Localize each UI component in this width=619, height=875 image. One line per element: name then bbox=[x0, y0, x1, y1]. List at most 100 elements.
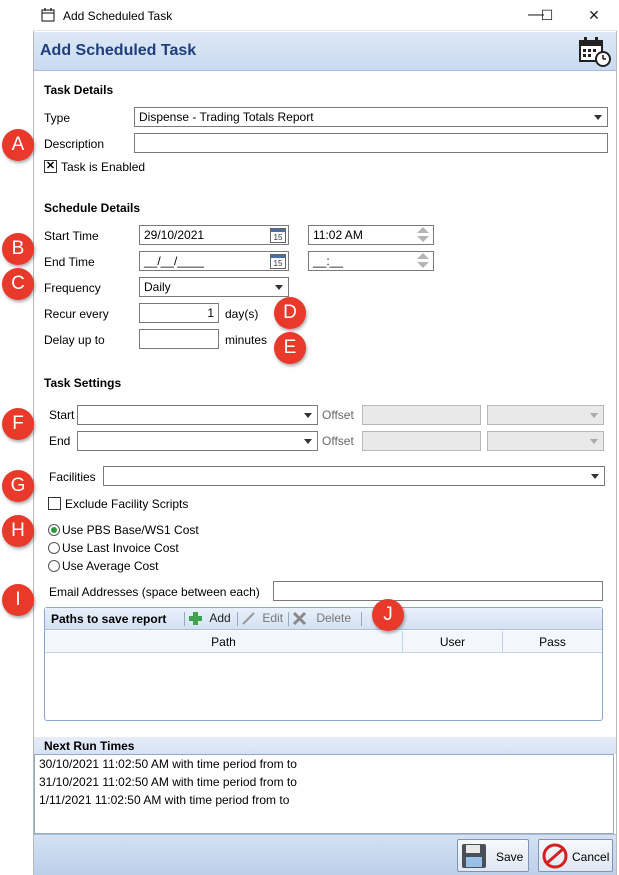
delay-input[interactable] bbox=[139, 329, 219, 349]
paths-title: Paths to save report bbox=[51, 612, 167, 626]
end-select[interactable] bbox=[77, 431, 318, 451]
paths-toolbar: Paths to save report Add Edit Delete bbox=[45, 608, 602, 630]
annotation-marker: B bbox=[2, 233, 34, 265]
end-label: End bbox=[49, 434, 71, 448]
spin-icon[interactable] bbox=[415, 253, 431, 269]
chevron-down-icon bbox=[591, 474, 599, 479]
add-path-label: Add bbox=[209, 611, 231, 625]
cost-radio-average[interactable] bbox=[48, 560, 60, 572]
recur-every-input[interactable]: 1 bbox=[139, 303, 219, 323]
end-offset-input[interactable] bbox=[362, 431, 481, 451]
title-bar: Add Scheduled Task — ☐ ✕ bbox=[33, 0, 617, 31]
close-button[interactable]: ✕ bbox=[579, 4, 609, 26]
type-select[interactable]: Dispense - Trading Totals Report bbox=[134, 107, 608, 127]
cost-option-label: Use PBS Base/WS1 Cost bbox=[62, 523, 199, 537]
end-date-value: __/__/____ bbox=[144, 254, 205, 268]
email-label: Email Addresses (space between each) bbox=[49, 585, 260, 599]
start-offset-unit-select[interactable] bbox=[487, 405, 604, 425]
add-path-button[interactable]: Add bbox=[188, 611, 231, 626]
start-date-value: 29/10/2021 bbox=[144, 228, 205, 242]
start-time-input[interactable]: 11:02 AM bbox=[308, 225, 434, 245]
annotation-marker: C bbox=[2, 268, 34, 300]
end-offset-label: Offset bbox=[322, 434, 354, 448]
cost-radio-last-invoice[interactable] bbox=[48, 542, 60, 554]
start-offset-input[interactable] bbox=[362, 405, 481, 425]
task-enabled-label: Task is Enabled bbox=[61, 160, 146, 174]
dialog-footer: Save Cancel bbox=[34, 834, 616, 875]
annotation-marker: F bbox=[2, 408, 34, 440]
next-run-line: 1/11/2021 11:02:50 AM with time period f… bbox=[39, 793, 290, 807]
save-button[interactable]: Save bbox=[457, 839, 529, 872]
chevron-down-icon bbox=[590, 439, 598, 444]
pass-column-header[interactable]: Pass bbox=[503, 631, 602, 653]
chevron-down-icon bbox=[304, 439, 312, 444]
task-settings-heading: Task Settings bbox=[44, 376, 122, 390]
maximize-button[interactable]: ☐ bbox=[532, 4, 562, 26]
page-title: Add Scheduled Task bbox=[40, 42, 197, 59]
path-column-header[interactable]: Path bbox=[45, 631, 403, 653]
exclude-facility-label: Exclude Facility Scripts bbox=[65, 497, 189, 511]
exclude-facility-checkbox[interactable] bbox=[48, 497, 61, 510]
chevron-down-icon bbox=[594, 115, 602, 120]
schedule-details-heading: Schedule Details bbox=[44, 201, 141, 215]
save-icon bbox=[462, 844, 486, 868]
cost-option-label: Use Average Cost bbox=[62, 559, 159, 573]
end-time-label: End Time bbox=[44, 255, 95, 269]
chevron-down-icon bbox=[590, 413, 598, 418]
start-offset-label: Offset bbox=[322, 408, 354, 422]
task-details-heading: Task Details bbox=[44, 83, 114, 97]
description-input[interactable] bbox=[134, 133, 608, 153]
end-time-input[interactable]: __:__ bbox=[308, 251, 434, 271]
type-label: Type bbox=[44, 111, 71, 125]
recur-every-label: Recur every bbox=[44, 307, 109, 321]
user-column-header[interactable]: User bbox=[403, 631, 503, 653]
toolbar-divider bbox=[237, 612, 238, 626]
annotation-marker: A bbox=[2, 129, 34, 161]
toolbar-divider bbox=[288, 612, 289, 626]
delay-label: Delay up to bbox=[44, 333, 105, 347]
start-select[interactable] bbox=[77, 405, 318, 425]
delete-icon bbox=[292, 612, 307, 626]
calendar-icon[interactable]: 15 bbox=[270, 254, 286, 269]
end-time-value: __:__ bbox=[313, 254, 344, 268]
start-date-input[interactable]: 29/10/2021 15 bbox=[139, 225, 289, 245]
end-date-input[interactable]: __/__/____ 15 bbox=[139, 251, 289, 271]
cancel-button[interactable]: Cancel bbox=[538, 839, 613, 872]
annotation-marker: J bbox=[372, 599, 404, 631]
cost-option-label: Use Last Invoice Cost bbox=[62, 541, 179, 555]
next-run-list: 30/10/2021 11:02:50 AM with time period … bbox=[34, 754, 614, 834]
cost-radio-pbs[interactable] bbox=[48, 524, 60, 536]
email-input[interactable] bbox=[273, 581, 603, 601]
calendar-icon[interactable]: 15 bbox=[270, 228, 286, 243]
cancel-icon bbox=[542, 843, 568, 869]
type-value: Dispense - Trading Totals Report bbox=[139, 110, 314, 124]
window-title: Add Scheduled Task bbox=[63, 9, 173, 23]
next-run-line: 30/10/2021 11:02:50 AM with time period … bbox=[39, 757, 297, 771]
frequency-value: Daily bbox=[144, 280, 171, 294]
annotation-marker: E bbox=[274, 332, 306, 364]
annotation-marker: I bbox=[2, 584, 34, 616]
dialog-header: Add Scheduled Task bbox=[34, 32, 616, 71]
facilities-label: Facilities bbox=[49, 470, 96, 484]
chevron-down-icon bbox=[275, 285, 283, 290]
chevron-down-icon bbox=[304, 413, 312, 418]
description-label: Description bbox=[44, 137, 105, 151]
edit-path-label: Edit bbox=[262, 611, 284, 625]
delete-path-button[interactable]: Delete bbox=[292, 611, 351, 626]
calendar-clock-icon bbox=[579, 37, 611, 67]
spin-icon[interactable] bbox=[415, 227, 431, 243]
start-label: Start bbox=[49, 408, 75, 422]
toolbar-divider bbox=[184, 612, 185, 626]
start-time-label: Start Time bbox=[44, 229, 99, 243]
edit-path-button[interactable]: Edit bbox=[241, 611, 283, 626]
frequency-select[interactable]: Daily bbox=[139, 277, 289, 297]
start-time-value: 11:02 AM bbox=[313, 228, 363, 242]
task-enabled-checkbox[interactable]: ✕ bbox=[44, 160, 57, 173]
annotation-marker: D bbox=[274, 297, 306, 329]
facilities-select[interactable] bbox=[103, 466, 605, 486]
next-run-line: 31/10/2021 11:02:50 AM with time period … bbox=[39, 775, 297, 789]
delete-path-label: Delete bbox=[316, 611, 352, 625]
recur-unit-label: day(s) bbox=[225, 307, 259, 321]
end-offset-unit-select[interactable] bbox=[487, 431, 604, 451]
next-run-heading: Next Run Times bbox=[44, 739, 135, 753]
